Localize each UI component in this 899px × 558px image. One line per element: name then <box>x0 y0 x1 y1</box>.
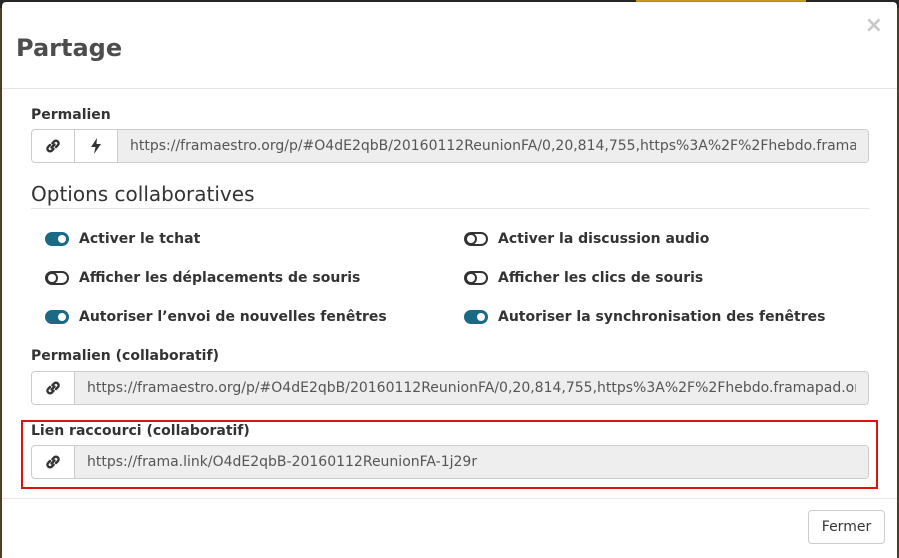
short-link-input[interactable] <box>75 446 868 478</box>
dialog-title: Partage <box>16 34 123 62</box>
permalink-copy-button[interactable] <box>32 130 75 162</box>
permalink-shorten-button[interactable] <box>75 130 118 162</box>
option-label: Activer le tchat <box>79 231 201 247</box>
footer-divider <box>2 498 897 499</box>
option-label: Afficher les clics de souris <box>498 270 704 286</box>
link-icon <box>46 381 60 395</box>
collab-permalink-input[interactable] <box>75 372 868 404</box>
toggle-mouse-moves[interactable]: Afficher les déplacements de souris <box>45 270 360 286</box>
short-link-group <box>31 445 869 479</box>
option-label: Autoriser la synchronisation des fenêtre… <box>498 309 826 325</box>
toggle-window-sync[interactable]: Autoriser la synchronisation des fenêtre… <box>464 309 825 325</box>
bolt-icon <box>91 138 101 154</box>
short-link-copy-button[interactable] <box>32 446 75 478</box>
option-label: Autoriser l’envoi de nouvelles fenêtres <box>79 309 387 325</box>
options-divider <box>31 208 869 209</box>
toggle-audio[interactable]: Activer la discussion audio <box>464 231 709 247</box>
option-label: Afficher les déplacements de souris <box>79 270 361 286</box>
dialog-header: Partage × <box>2 2 897 89</box>
link-icon <box>46 139 60 153</box>
close-icon[interactable]: × <box>865 14 883 38</box>
link-icon <box>46 455 60 469</box>
close-button[interactable]: Fermer <box>808 510 885 544</box>
toggle-mouse-clicks[interactable]: Afficher les clics de souris <box>464 270 703 286</box>
collab-permalink-copy-button[interactable] <box>32 372 75 404</box>
toggle-on-icon <box>464 310 488 324</box>
short-link-label: Lien raccourci (collaboratif) <box>31 423 250 439</box>
option-label: Activer la discussion audio <box>498 231 710 247</box>
collab-permalink-label: Permalien (collaboratif) <box>31 348 219 364</box>
toggle-on-icon <box>45 232 69 246</box>
share-dialog: Partage × Permalien Options collaborativ… <box>2 2 897 558</box>
permalink-label: Permalien <box>31 107 111 123</box>
toggle-on-icon <box>45 310 69 324</box>
toggle-off-icon <box>45 271 69 285</box>
permalink-group <box>31 129 869 163</box>
permalink-input[interactable] <box>118 130 868 162</box>
toggle-chat[interactable]: Activer le tchat <box>45 231 200 247</box>
toggle-off-icon <box>464 271 488 285</box>
toggle-off-icon <box>464 232 488 246</box>
collab-permalink-group <box>31 371 869 405</box>
options-title: Options collaboratives <box>31 182 255 206</box>
toggle-new-windows[interactable]: Autoriser l’envoi de nouvelles fenêtres <box>45 309 387 325</box>
